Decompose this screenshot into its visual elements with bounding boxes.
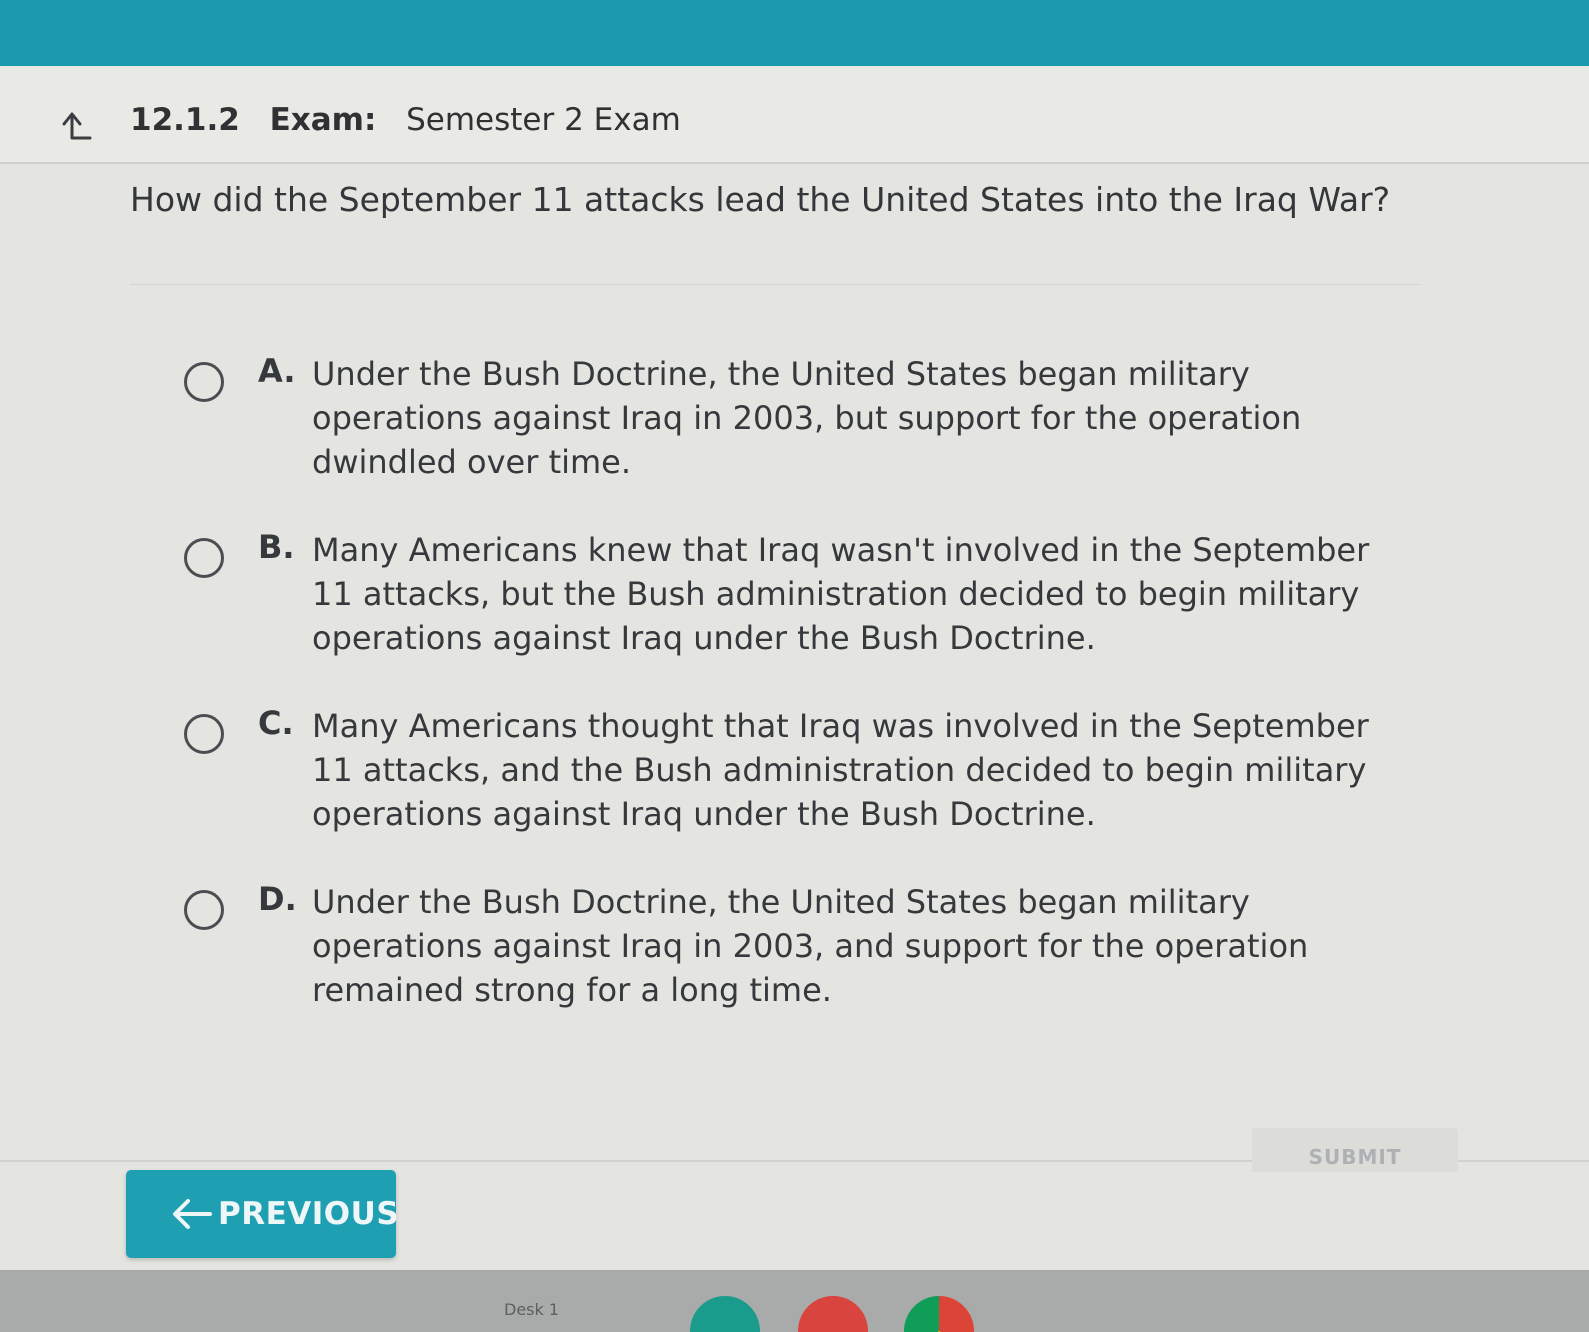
exam-page: 12.1.2 Exam: Semester 2 Exam How did the… [0,0,1589,1332]
up-arrow-icon[interactable] [58,108,92,142]
option-text: Under the Bush Doctrine, the United Stat… [312,355,1302,481]
radio-button[interactable] [184,714,224,754]
exam-kind: Exam: [269,102,377,138]
answer-option-c[interactable]: C. Many Americans thought that Iraq was … [180,700,1440,876]
chrome-icon[interactable] [904,1296,974,1332]
question-text: How did the September 11 attacks lead th… [130,180,1391,219]
option-text: Under the Bush Doctrine, the United Stat… [312,883,1309,1009]
answer-options: A. Under the Bush Doctrine, the United S… [180,348,1440,1052]
submit-button[interactable]: SUBMIT [1252,1128,1458,1172]
option-letter: A. [258,352,296,390]
top-bar [0,0,1589,66]
desk-label[interactable]: Desk 1 [504,1300,559,1319]
app-icon[interactable] [798,1296,868,1332]
previous-label: PREVIOUS [218,1196,400,1232]
option-text: Many Americans thought that Iraq was inv… [312,707,1369,833]
radio-button[interactable] [184,890,224,930]
answer-option-a[interactable]: A. Under the Bush Doctrine, the United S… [180,348,1440,524]
previous-button[interactable]: PREVIOUS [126,1170,400,1258]
question-divider [130,284,1420,285]
option-letter: D. [258,880,297,918]
option-letter: C. [258,704,294,742]
meet-app-icon[interactable] [690,1296,760,1332]
exam-number: 12.1.2 [130,102,240,138]
option-letter: B. [258,528,295,566]
exam-header: 12.1.2 Exam: Semester 2 Exam [0,66,1589,164]
answer-option-b[interactable]: B. Many Americans knew that Iraq wasn't … [180,524,1440,700]
taskbar: Desk 1 [0,1270,1589,1332]
page-title: 12.1.2 Exam: Semester 2 Exam [130,102,681,138]
radio-button[interactable] [184,538,224,578]
left-arrow-icon [173,1199,212,1229]
radio-button[interactable] [184,362,224,402]
exam-title: Semester 2 Exam [406,102,681,138]
option-text: Many Americans knew that Iraq wasn't inv… [312,531,1370,657]
answer-option-d[interactable]: D. Under the Bush Doctrine, the United S… [180,876,1440,1052]
